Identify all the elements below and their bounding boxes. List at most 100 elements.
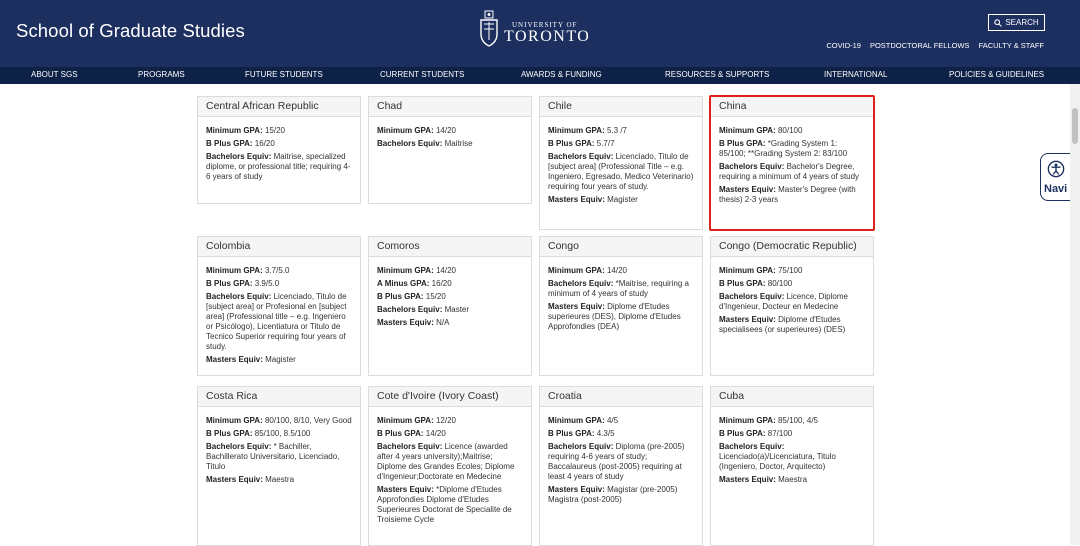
detail-label: Bachelors Equiv: <box>719 292 785 301</box>
detail-label: Bachelors Equiv: <box>719 442 785 451</box>
site-header: School of Graduate Studies UNIVERSITY OF… <box>0 0 1080 67</box>
detail-label: Masters Equiv: <box>206 475 263 484</box>
nav-about-sgs[interactable]: ABOUT SGS <box>31 70 78 79</box>
util-link-postdoctoral-fellows[interactable]: POSTDOCTORAL FELLOWS <box>870 41 970 50</box>
country-card: Colombia Minimum GPA: 3.7/5.0 B Plus GPA: … <box>197 236 361 376</box>
country-name: Congo <box>540 237 702 257</box>
detail-value: Licenciado(a)/Licenciatura, Titulo (Inge… <box>719 452 836 471</box>
detail-row: Minimum GPA: 14/20 <box>377 126 523 136</box>
detail-row: Minimum GPA: 14/20 <box>377 266 523 276</box>
detail-value: 14/20 <box>433 126 456 135</box>
detail-label: Bachelors Equiv: <box>548 279 614 288</box>
university-logo[interactable]: UNIVERSITY OF TORONTO <box>478 8 608 52</box>
nav-awards-funding[interactable]: AWARDS & FUNDING <box>521 70 602 79</box>
country-name: Congo (Democratic Republic) <box>711 237 873 257</box>
detail-label: B Plus GPA: <box>719 139 766 148</box>
detail-row: B Plus GPA: 16/20 <box>206 139 352 149</box>
detail-row: B Plus GPA: 85/100, 8.5/100 <box>206 429 352 439</box>
detail-value: N/A <box>433 318 450 327</box>
detail-value: Master <box>442 305 470 314</box>
detail-row: Bachelors Equiv: Licenciado, Titulo de [… <box>548 152 694 192</box>
country-name: Comoros <box>369 237 531 257</box>
country-name: Colombia <box>198 237 360 257</box>
main-nav: ABOUT SGS PROGRAMS FUTURE STUDENTS CURRE… <box>0 67 1080 84</box>
country-card: Cote d'Ivoire (Ivory Coast) Minimum GPA: … <box>368 386 532 546</box>
detail-row: Bachelors Equiv: *Maitrise, requiring a … <box>548 279 694 299</box>
country-details: Minimum GPA: 14/20 A Minus GPA: 16/20 B Pl… <box>369 257 531 337</box>
detail-value: 85/100, 8.5/100 <box>252 429 311 438</box>
detail-value: Maestra <box>262 475 295 484</box>
detail-value: 87/100 <box>765 429 793 438</box>
detail-row: Masters Equiv: Maestra <box>206 475 352 485</box>
detail-label: Masters Equiv: <box>548 485 605 494</box>
country-name: Cuba <box>711 387 873 407</box>
country-card: Cuba Minimum GPA: 85/100, 4/5 B Plus GPA: … <box>710 386 874 546</box>
detail-row: Bachelors Equiv: Diploma (pre-2005) requ… <box>548 442 694 482</box>
detail-value: 80/100 <box>775 126 803 135</box>
nav-current-students[interactable]: CURRENT STUDENTS <box>380 70 464 79</box>
site-title[interactable]: School of Graduate Studies <box>16 20 245 42</box>
detail-value: 4.3/5 <box>594 429 615 438</box>
util-link-faculty-staff[interactable]: FACULTY & STAFF <box>979 41 1044 50</box>
utility-links: COVID-19 POSTDOCTORAL FELLOWS FACULTY & … <box>817 41 1044 50</box>
detail-label: Bachelors Equiv: <box>377 305 443 314</box>
country-card: Chile Minimum GPA: 5.3 /7 B Plus GPA: 5.7/… <box>539 96 703 230</box>
logo-toronto-text: TORONTO <box>504 28 591 45</box>
detail-row: B Plus GPA: *Grading System 1: 85/100; *… <box>719 139 865 159</box>
search-button[interactable]: SEARCH <box>988 14 1045 31</box>
detail-row: Bachelors Equiv: Maitrise <box>377 139 523 149</box>
detail-label: Minimum GPA: <box>206 416 263 425</box>
detail-value: 15/20 <box>423 292 446 301</box>
detail-row: Minimum GPA: 85/100, 4/5 <box>719 416 865 426</box>
detail-row: Minimum GPA: 15/20 <box>206 126 352 136</box>
detail-label: Minimum GPA: <box>377 126 434 135</box>
detail-value: 12/20 <box>433 416 456 425</box>
detail-label: B Plus GPA: <box>377 429 424 438</box>
detail-label: A Minus GPA: <box>377 279 430 288</box>
detail-value: 85/100, 4/5 <box>775 416 819 425</box>
country-name: China <box>711 97 873 117</box>
detail-label: Minimum GPA: <box>548 126 605 135</box>
country-card: Chad Minimum GPA: 14/20 Bachelors Equiv: M… <box>368 96 532 204</box>
detail-value: Magister <box>604 195 638 204</box>
country-card: Costa Rica Minimum GPA: 80/100, 8/10, Ver… <box>197 386 361 546</box>
navi-button[interactable]: Navi <box>1040 153 1070 201</box>
nav-international[interactable]: INTERNATIONAL <box>824 70 887 79</box>
detail-row: Masters Equiv: Diplome d'Etudes superieu… <box>548 302 694 332</box>
detail-value: 5.3 /7 <box>604 126 627 135</box>
nav-future-students[interactable]: FUTURE STUDENTS <box>245 70 323 79</box>
detail-value: 14/20 <box>604 266 627 275</box>
nav-programs[interactable]: PROGRAMS <box>138 70 185 79</box>
nav-policies-guidelines[interactable]: POLICIES & GUIDELINES <box>949 70 1044 79</box>
detail-value: 14/20 <box>433 266 456 275</box>
detail-row: Bachelors Equiv: Master <box>377 305 523 315</box>
detail-row: Minimum GPA: 14/20 <box>548 266 694 276</box>
detail-label: B Plus GPA: <box>719 429 766 438</box>
detail-label: Minimum GPA: <box>377 416 434 425</box>
detail-value: 16/20 <box>429 279 452 288</box>
detail-row: Masters Equiv: *Diplome d'Etudes Approfo… <box>377 485 523 525</box>
detail-row: B Plus GPA: 80/100 <box>719 279 865 289</box>
nav-resources-supports[interactable]: RESOURCES & SUPPORTS <box>665 70 769 79</box>
crest-icon <box>480 10 498 47</box>
scrollbar-thumb[interactable] <box>1072 108 1078 144</box>
detail-label: Bachelors Equiv: <box>548 442 614 451</box>
detail-row: Bachelors Equiv: Licence (awarded after … <box>377 442 523 482</box>
detail-value: 14/20 <box>423 429 446 438</box>
country-name: Croatia <box>540 387 702 407</box>
detail-row: Minimum GPA: 80/100, 8/10, Very Good <box>206 416 352 426</box>
detail-label: Minimum GPA: <box>206 126 263 135</box>
detail-label: Bachelors Equiv: <box>377 139 443 148</box>
util-link-covid[interactable]: COVID-19 <box>826 41 861 50</box>
detail-label: Bachelors Equiv: <box>206 292 272 301</box>
detail-value: 75/100 <box>775 266 803 275</box>
detail-row: Bachelors Equiv: Licenciado(a)/Licenciat… <box>719 442 865 472</box>
detail-value: 16/20 <box>252 139 275 148</box>
country-card: Croatia Minimum GPA: 4/5 B Plus GPA: 4.3/5… <box>539 386 703 546</box>
detail-label: Masters Equiv: <box>377 485 434 494</box>
detail-label: Masters Equiv: <box>206 355 263 364</box>
detail-row: Masters Equiv: Magistar (pre-2005) Magis… <box>548 485 694 505</box>
search-icon <box>994 18 1003 27</box>
page-scrollbar[interactable] <box>1070 84 1080 545</box>
country-name: Costa Rica <box>198 387 360 407</box>
